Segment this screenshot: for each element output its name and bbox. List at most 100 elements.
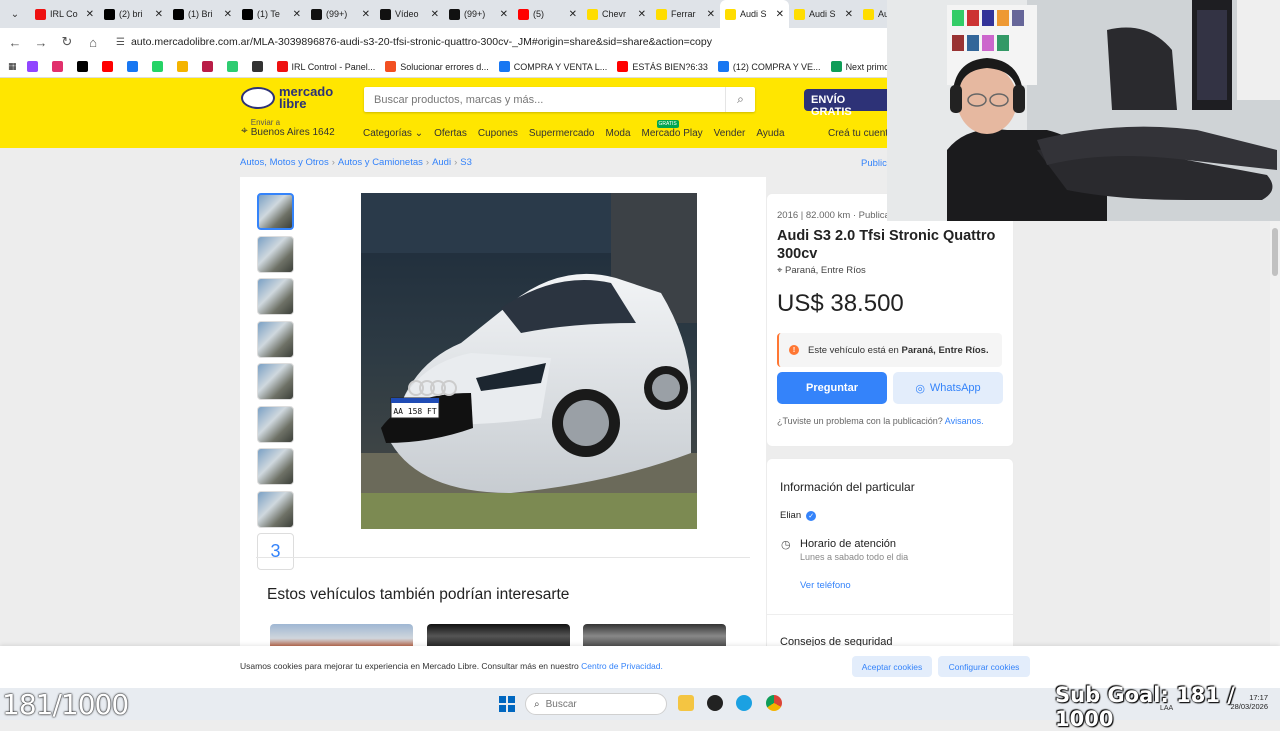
breadcrumb-item[interactable]: Autos, Motos y Otros <box>240 157 329 168</box>
close-icon[interactable]: ✕ <box>569 9 577 20</box>
close-icon[interactable]: ✕ <box>86 9 94 20</box>
back-icon[interactable]: ← <box>4 31 26 53</box>
browser-tab[interactable]: Ferrar ✕ <box>651 0 720 28</box>
related-vehicle-image[interactable] <box>270 624 413 648</box>
bookmark-item[interactable]: Solucionar errores d... <box>385 61 489 72</box>
close-icon[interactable]: ✕ <box>362 9 370 20</box>
thumbnail-image[interactable] <box>257 448 294 485</box>
thumbnail-image[interactable] <box>257 193 294 230</box>
reload-icon[interactable]: ↻ <box>56 31 78 53</box>
search-icon[interactable]: ⌕ <box>725 87 755 112</box>
close-icon[interactable]: ✕ <box>155 9 163 20</box>
forward-icon[interactable]: → <box>30 31 52 53</box>
system-clock[interactable]: 17:17 28/03/2026 <box>1222 693 1268 711</box>
publish-link[interactable]: Public <box>861 158 887 169</box>
bookmark-item[interactable]: COMPRA Y VENTA L... <box>498 61 607 72</box>
whatsapp-button[interactable]: ◎ WhatsApp <box>893 372 1003 404</box>
bookmark-item[interactable] <box>26 61 42 72</box>
close-icon[interactable]: ✕ <box>707 9 715 20</box>
nav-item[interactable]: Moda <box>606 128 631 139</box>
browser-tab[interactable]: Chevr ✕ <box>582 0 651 28</box>
ask-button[interactable]: Preguntar <box>777 372 887 404</box>
bookmark-item[interactable] <box>176 61 192 72</box>
breadcrumb-item[interactable]: S3 <box>460 157 472 168</box>
configure-cookies-button[interactable]: Configurar cookies <box>938 656 1030 677</box>
bookmark-item[interactable] <box>76 61 92 72</box>
home-icon[interactable]: ⌂ <box>82 31 104 53</box>
thumbnail-image[interactable] <box>257 490 294 528</box>
language-indicator[interactable]: LAA <box>1160 705 1173 712</box>
nav-item[interactable]: Cupones <box>478 128 518 139</box>
free-badge: GRATIS <box>656 120 679 128</box>
bookmark-item[interactable] <box>151 61 167 72</box>
apps-icon[interactable]: ▦ <box>8 61 17 72</box>
scrollbar-thumb[interactable] <box>1272 228 1278 276</box>
taskbar-search-input[interactable] <box>545 698 626 710</box>
site-info-icon[interactable]: ☰ <box>116 37 125 48</box>
url-field[interactable]: ☰ auto.mercadolibre.com.ar/MLA-303989687… <box>112 31 872 53</box>
browser-tab[interactable]: (5) ✕ <box>513 0 582 28</box>
thumbnail-image[interactable] <box>257 405 294 443</box>
main-product-image[interactable]: AA 158 FT <box>361 193 697 529</box>
browser-tab[interactable]: IRL Co ✕ <box>30 0 99 28</box>
bookmark-item[interactable]: ESTÁS BIEN?6:33 <box>617 61 708 72</box>
bookmark-item[interactable] <box>251 61 267 72</box>
close-icon[interactable]: ✕ <box>293 9 301 20</box>
thumbnail-image[interactable] <box>257 278 294 315</box>
page-scrollbar[interactable] <box>1270 220 1280 646</box>
bookmark-item[interactable] <box>126 61 142 72</box>
bookmark-item[interactable] <box>226 61 242 72</box>
browser-tab[interactable]: Audi S ✕ <box>789 0 858 28</box>
thumbnail-image[interactable] <box>257 235 294 273</box>
envio-gratis-banner[interactable]: ENVÍO GRATIS <box>804 89 894 118</box>
bookmark-item[interactable] <box>201 61 217 72</box>
close-icon[interactable]: ✕ <box>638 9 646 20</box>
browser-tab[interactable]: (99+) ✕ <box>306 0 375 28</box>
bookmark-item[interactable]: (12) COMPRA Y VE... <box>717 61 821 72</box>
nav-item[interactable]: Categorías ⌄ <box>363 128 423 139</box>
browser-tab[interactable]: Vídeo ✕ <box>375 0 444 28</box>
windows-start-icon[interactable] <box>499 696 515 712</box>
obs-icon[interactable] <box>707 695 723 711</box>
chrome-icon[interactable] <box>766 695 782 711</box>
browser-tab[interactable]: (1) Te ✕ <box>237 0 306 28</box>
edge-icon[interactable] <box>736 695 752 711</box>
create-account-link[interactable]: Creá tu cuenta <box>828 128 894 139</box>
search-input[interactable] <box>364 93 725 106</box>
browser-tab[interactable]: Audi S ✕ <box>720 0 789 28</box>
bookmark-item[interactable] <box>101 61 117 72</box>
bookmark-item[interactable] <box>51 61 67 72</box>
taskbar-search[interactable]: ⌕ <box>525 693 667 715</box>
breadcrumb-item[interactable]: Audi <box>432 157 451 168</box>
notice-text: Este vehículo está en <box>808 344 899 356</box>
browser-tab[interactable]: (2) bri ✕ <box>99 0 168 28</box>
thumbnail-image[interactable] <box>257 363 294 400</box>
bookmark-item[interactable]: IRL Control - Panel... <box>276 61 375 72</box>
nav-item[interactable]: Ofertas <box>434 128 467 139</box>
delivery-location[interactable]: ⌖ Enviar a Buenos Aires 1642 <box>241 118 335 138</box>
accept-cookies-button[interactable]: Aceptar cookies <box>852 656 932 677</box>
related-vehicle-image[interactable] <box>583 624 726 648</box>
report-link[interactable]: Avisanos. <box>945 416 984 426</box>
close-icon[interactable]: ✕ <box>224 9 232 20</box>
browser-tab[interactable]: (1) Bri ✕ <box>168 0 237 28</box>
thumbnail-image[interactable] <box>257 320 294 358</box>
url-text: auto.mercadolibre.com.ar/MLA-3039896876-… <box>130 36 712 48</box>
close-icon[interactable]: ✕ <box>776 9 784 20</box>
mercadolibre-logo[interactable]: mercado libre <box>241 85 333 110</box>
close-icon[interactable]: ✕ <box>431 9 439 20</box>
nav-item[interactable]: Vender <box>714 128 746 139</box>
related-vehicle-image[interactable] <box>427 624 570 648</box>
view-phone-link[interactable]: Ver teléfono <box>800 580 851 591</box>
privacy-link[interactable]: Centro de Privacidad. <box>581 661 663 671</box>
nav-item[interactable]: Supermercado <box>529 128 595 139</box>
close-icon[interactable]: ✕ <box>845 9 853 20</box>
tab-search-button[interactable]: ⌄ <box>4 3 26 25</box>
browser-tab[interactable]: (99+) ✕ <box>444 0 513 28</box>
close-icon[interactable]: ✕ <box>500 9 508 20</box>
breadcrumb-item[interactable]: Autos y Camionetas <box>338 157 423 168</box>
nav-item[interactable]: Ayuda <box>756 128 784 139</box>
nav-item[interactable]: Mercado Play GRATIS <box>642 120 703 139</box>
folder-icon[interactable] <box>678 695 694 711</box>
more-photos-thumbnail[interactable]: 3 <box>257 533 294 570</box>
